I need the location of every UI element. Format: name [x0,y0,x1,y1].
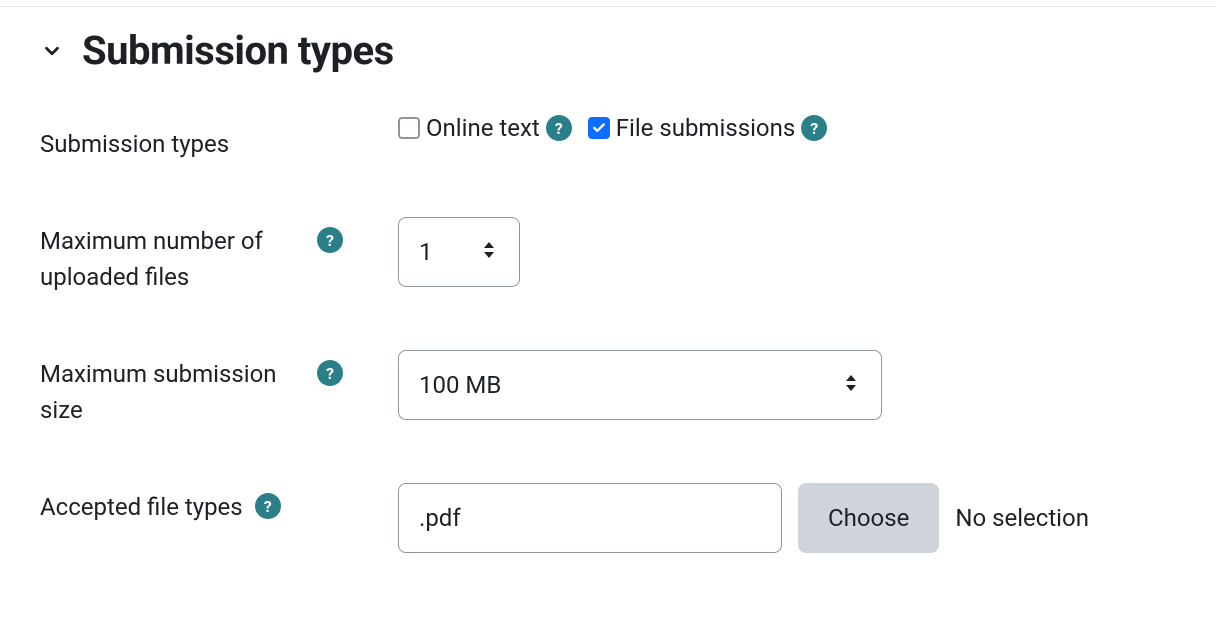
help-icon[interactable]: ? [546,115,572,141]
max-size-value: 100 MB [419,371,501,399]
help-icon[interactable]: ? [317,227,343,253]
help-icon[interactable]: ? [317,360,343,386]
accepted-types-input[interactable] [398,483,782,553]
file-submissions-checkbox[interactable] [588,117,610,139]
file-submissions-label: File submissions [616,114,796,142]
max-files-select[interactable]: 1 [398,217,520,287]
help-icon[interactable]: ? [801,115,827,141]
max-size-label: Maximum submission size [40,356,305,428]
max-size-select[interactable]: 100 MB [398,350,882,420]
online-text-checkbox[interactable] [398,117,420,139]
section-toggle[interactable]: Submission types [40,27,1176,74]
online-text-label: Online text [426,114,540,142]
choose-button[interactable]: Choose [798,483,939,553]
chevron-down-icon [40,39,64,63]
help-icon[interactable]: ? [255,493,281,519]
submission-types-label: Submission types [40,126,229,162]
max-files-value: 1 [419,238,433,266]
max-files-label: Maximum number of uploaded files [40,223,305,295]
accepted-types-status: No selection [955,504,1089,532]
section-title: Submission types [82,27,394,74]
accepted-types-label: Accepted file types [40,489,243,525]
